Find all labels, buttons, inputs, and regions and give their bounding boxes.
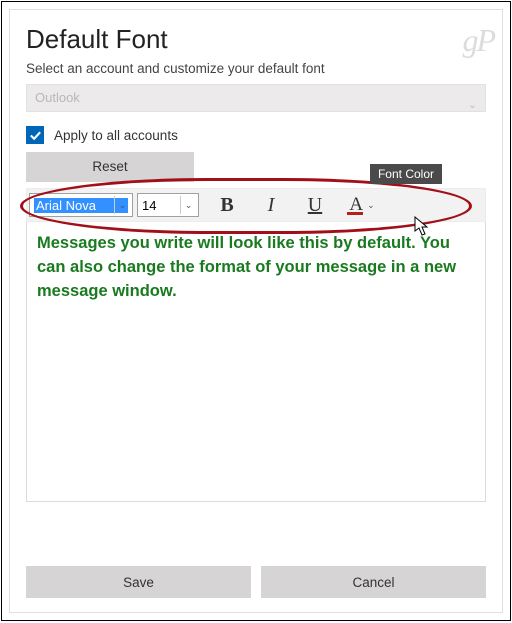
page-title: Default Font [26, 24, 486, 55]
bold-button[interactable]: B [205, 188, 249, 222]
chevron-down-icon: ⌄ [468, 92, 477, 118]
default-font-panel: gP Default Font Select an account and cu… [9, 9, 503, 613]
italic-button[interactable]: I [249, 188, 293, 222]
apply-all-label: Apply to all accounts [54, 128, 178, 143]
reset-button[interactable]: Reset [26, 152, 194, 182]
apply-all-checkbox[interactable] [26, 126, 44, 144]
chevron-down-icon: ⌄ [367, 200, 375, 211]
underline-button[interactable]: U [293, 188, 337, 222]
font-size-select[interactable]: 14 ⌄ [137, 193, 199, 217]
dialog-buttons: Save Cancel [26, 566, 486, 598]
check-icon [29, 129, 42, 142]
font-color-button[interactable]: A ⌄ [337, 188, 387, 222]
cancel-button[interactable]: Cancel [261, 566, 486, 598]
apply-all-row: Apply to all accounts [26, 126, 486, 144]
formatting-toolbar: Arial Nova ⌄ 14 ⌄ B I U A ⌄ [26, 188, 486, 222]
preview-text: Messages you write will look like this b… [37, 232, 475, 304]
font-name-select[interactable]: Arial Nova ⌄ [29, 193, 133, 217]
font-color-swatch [347, 212, 363, 215]
account-select[interactable]: Outlook ⌄ [26, 84, 486, 112]
save-button[interactable]: Save [26, 566, 251, 598]
page-subtitle: Select an account and customize your def… [26, 61, 486, 76]
account-select-value: Outlook [35, 90, 80, 105]
chevron-down-icon: ⌄ [114, 196, 130, 214]
preview-area[interactable]: Messages you write will look like this b… [26, 222, 486, 502]
formatting-toolbar-wrap: Font Color Arial Nova ⌄ 14 ⌄ B I U A ⌄ [26, 188, 486, 502]
chevron-down-icon: ⌄ [180, 196, 196, 214]
font-size-value: 14 [142, 198, 156, 213]
font-color-tooltip: Font Color [370, 164, 442, 184]
